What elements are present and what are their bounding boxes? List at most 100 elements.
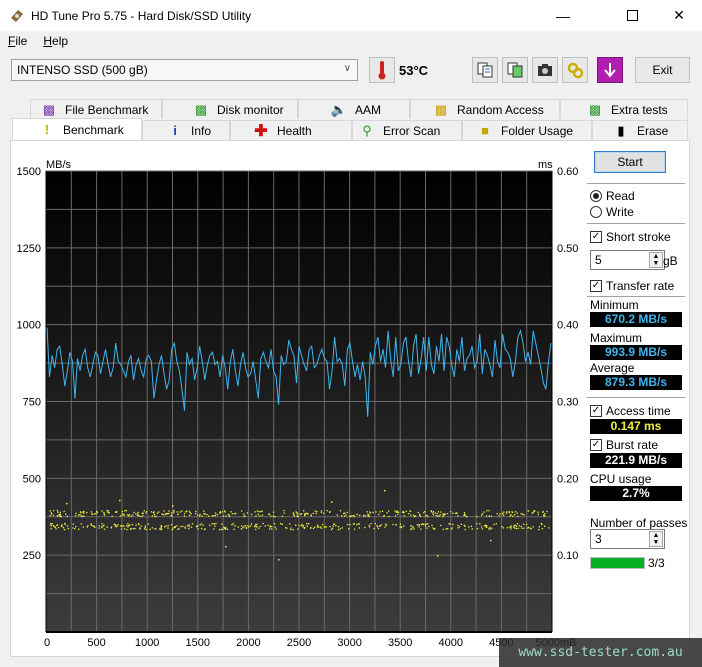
access-time-point: [130, 515, 132, 517]
spinner-arrows-icon[interactable]: ▲ ▼: [649, 531, 663, 547]
tab-benchmark[interactable]: ! Benchmark: [12, 118, 142, 140]
access-time-point: [463, 512, 466, 514]
access-time-point: [316, 526, 319, 528]
access-time-point: [468, 526, 470, 528]
access-time-point: [171, 512, 173, 514]
access-time-point: [140, 515, 142, 518]
access-time-point: [505, 512, 508, 514]
access-time-point: [413, 515, 416, 518]
access-time-point: [488, 528, 490, 530]
access-time-point: [260, 510, 262, 513]
access-time-point: [83, 510, 85, 513]
access-time-point: [177, 513, 179, 515]
access-time-point: [401, 511, 404, 513]
access-time-point: [388, 510, 390, 512]
access-time-point: [300, 525, 302, 527]
access-time-point: [301, 513, 303, 515]
radio-write-indicator: [590, 206, 602, 218]
access-time-point: [515, 525, 518, 527]
access-time-value: 0.147 ms: [590, 419, 682, 434]
access-time-point: [49, 510, 51, 512]
access-time-point: [436, 513, 438, 515]
access-time-point: [510, 525, 512, 527]
access-time-point: [548, 527, 550, 529]
access-time-point: [357, 523, 360, 525]
access-time-point: [341, 527, 343, 529]
access-time-point: [379, 525, 381, 527]
access-time-point: [512, 515, 514, 517]
access-time-point: [274, 526, 276, 528]
access-time-point: [259, 525, 262, 528]
access-time-point: [86, 526, 88, 528]
access-time-point: [125, 509, 127, 512]
access-time-point: [431, 524, 433, 526]
access-time-point: [184, 527, 186, 529]
access-time-point: [458, 526, 461, 528]
access-time-point: [513, 526, 515, 528]
access-time-point: [79, 514, 81, 516]
access-time-point: [267, 524, 269, 526]
access-time-point: [325, 526, 327, 528]
access-time-point: [476, 515, 478, 518]
checkmark-icon: ✓: [590, 405, 602, 417]
access-time-point: [375, 511, 377, 513]
access-time-point: [485, 515, 488, 517]
passes-stepper[interactable]: 3 ▲ ▼: [590, 529, 665, 549]
write-radio[interactable]: Write: [590, 205, 634, 219]
access-time-point: [58, 526, 60, 529]
access-time-point: [517, 515, 519, 518]
access-time-point: [164, 526, 166, 528]
access-time-point: [351, 515, 353, 517]
access-time-point: [110, 526, 113, 528]
access-time-point: [197, 514, 199, 516]
start-button[interactable]: Start: [594, 151, 666, 173]
access-time-point: [446, 513, 449, 515]
access-time-point: [222, 528, 224, 530]
access-time-point: [199, 513, 201, 516]
burst-rate-checkbox[interactable]: ✓ Burst rate: [590, 438, 658, 452]
access-time-point: [211, 515, 213, 517]
access-time-point: [491, 527, 493, 529]
access-time-point: [323, 512, 325, 514]
access-time-point: [314, 510, 316, 512]
divider: [587, 223, 685, 224]
access-time-point: [225, 527, 227, 529]
access-time-point: [520, 525, 522, 528]
access-time-point: [90, 523, 92, 525]
access-time-point: [463, 514, 465, 517]
access-time-point: [437, 555, 439, 557]
access-time-point: [199, 515, 201, 517]
read-radio[interactable]: Read: [590, 189, 635, 203]
access-time-point: [203, 510, 205, 512]
access-time-point: [123, 525, 125, 527]
access-time-point: [541, 528, 544, 530]
access-time-point: [329, 511, 331, 513]
access-time-point: [108, 512, 110, 514]
spinner-arrows-icon[interactable]: ▲ ▼: [649, 252, 663, 268]
access-time-point: [392, 523, 394, 526]
access-time-point: [320, 510, 323, 512]
access-time-point: [427, 523, 429, 525]
access-time-point: [127, 523, 129, 525]
access-time-point: [156, 512, 158, 514]
access-time-point: [127, 526, 129, 528]
access-time-point: [400, 526, 403, 529]
access-time-point: [211, 523, 213, 525]
access-time-point: [306, 523, 308, 525]
transfer-rate-checkbox[interactable]: ✓ Transfer rate: [590, 279, 674, 293]
access-time-point: [173, 512, 175, 514]
access-time-point: [183, 515, 186, 517]
access-time-point: [488, 515, 491, 517]
access-time-point: [358, 527, 360, 529]
access-time-checkbox[interactable]: ✓ Access time: [590, 404, 671, 418]
short-stroke-checkbox[interactable]: ✓ Short stroke: [590, 230, 671, 244]
watermark: www.ssd-tester.com.au: [499, 638, 702, 667]
access-time-point: [509, 526, 511, 528]
access-time-point: [79, 511, 82, 513]
access-time-point: [65, 513, 67, 515]
access-time-point: [119, 515, 122, 517]
access-time-point: [213, 528, 215, 530]
access-time-point: [128, 514, 130, 516]
short-stroke-stepper[interactable]: 5 ▲ ▼: [590, 250, 665, 270]
access-time-point: [117, 524, 119, 526]
